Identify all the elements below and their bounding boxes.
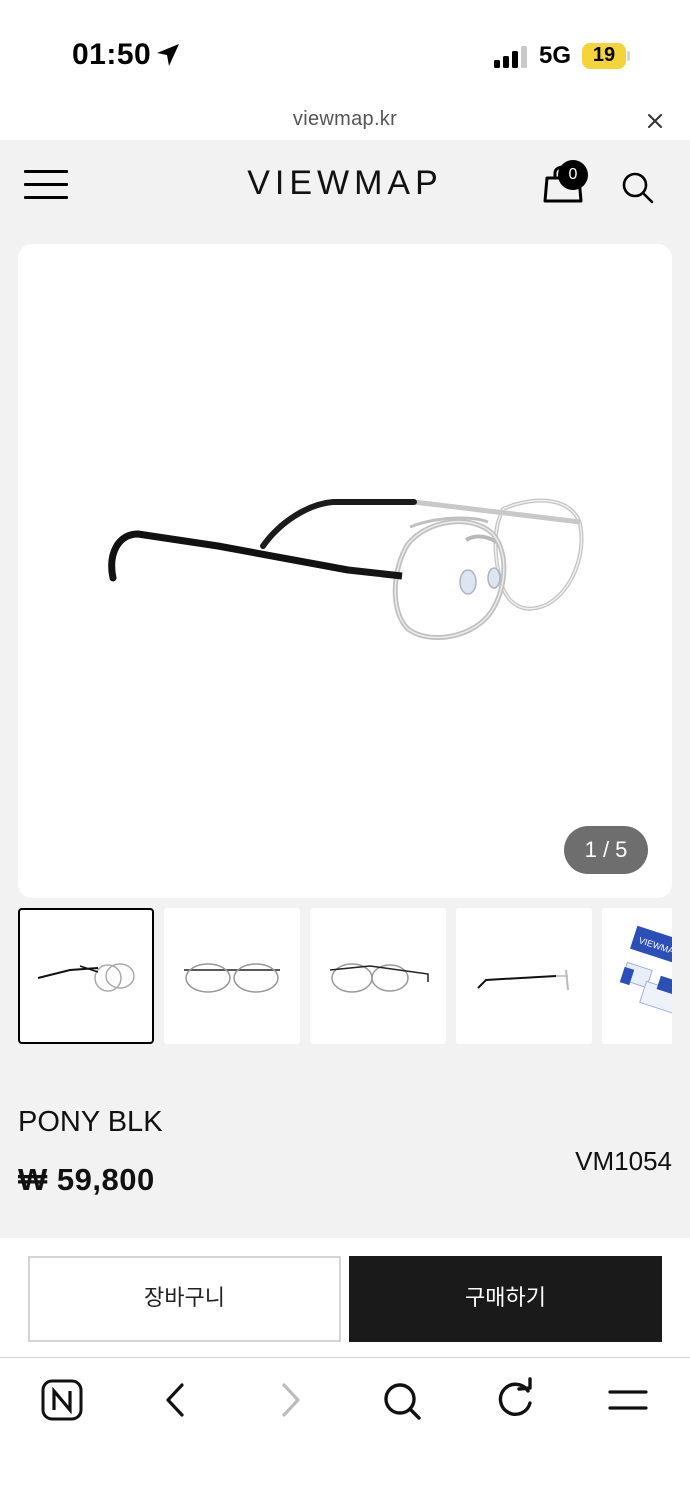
forward-icon[interactable]: [262, 1377, 318, 1425]
add-to-cart-button[interactable]: 장바구니: [28, 1256, 341, 1342]
status-bar: 01:50 5G 19: [0, 0, 690, 100]
thumbnail-package-view[interactable]: VIEWMAP: [602, 908, 672, 1044]
thumbnail-angle-view[interactable]: [310, 908, 446, 1044]
thumbnail-profile-view[interactable]: [456, 908, 592, 1044]
product-page: VIEWMAP 0 1 / 5 VIEWMAP PONY BLK ₩ 59,80…: [0, 140, 690, 1238]
product-price: ₩ 59,800: [18, 1162, 155, 1197]
location-arrow-icon: [157, 44, 179, 66]
url-text[interactable]: viewmap.kr: [0, 108, 690, 131]
thumbnail-side-view[interactable]: [18, 908, 154, 1044]
thumbnail-glasses-icon: [37, 963, 135, 992]
battery-cap: [627, 51, 630, 61]
close-icon[interactable]: [644, 110, 666, 132]
status-time: 01:50: [72, 38, 152, 71]
reload-icon[interactable]: [488, 1377, 544, 1425]
product-name: PONY BLK: [18, 1106, 163, 1138]
product-code: VM1054: [575, 1146, 672, 1176]
battery-icon: 19: [582, 43, 626, 69]
menu-icon[interactable]: [600, 1377, 656, 1425]
image-pager: 1 / 5: [564, 826, 648, 874]
cart-count-badge: 0: [558, 160, 588, 190]
package-box-icon: VIEWMAP: [619, 925, 672, 1018]
battery-level: 19: [592, 44, 616, 66]
glasses-illustration: [108, 498, 584, 641]
url-bar[interactable]: viewmap.kr: [0, 100, 690, 140]
browser-toolbar: [0, 1359, 690, 1500]
search-icon[interactable]: [374, 1377, 430, 1425]
buy-now-button[interactable]: 구매하기: [349, 1256, 662, 1342]
thumbnail-front-view[interactable]: [164, 908, 300, 1044]
signal-bars-icon: [494, 44, 530, 68]
back-icon[interactable]: [148, 1377, 204, 1425]
thumbnail-glasses-icon: [477, 969, 569, 991]
thumbnail-glasses-icon: [329, 963, 429, 993]
purchase-bar: 장바구니 구매하기: [0, 1238, 690, 1358]
network-label: 5G: [539, 42, 572, 69]
thumbnail-glasses-icon: [184, 963, 280, 993]
product-main-image[interactable]: 1 / 5: [18, 244, 672, 898]
naver-home-icon[interactable]: [34, 1377, 90, 1425]
search-icon[interactable]: [620, 170, 656, 206]
thumbnail-strip[interactable]: VIEWMAP: [18, 908, 672, 1046]
site-header: VIEWMAP 0: [0, 140, 690, 232]
